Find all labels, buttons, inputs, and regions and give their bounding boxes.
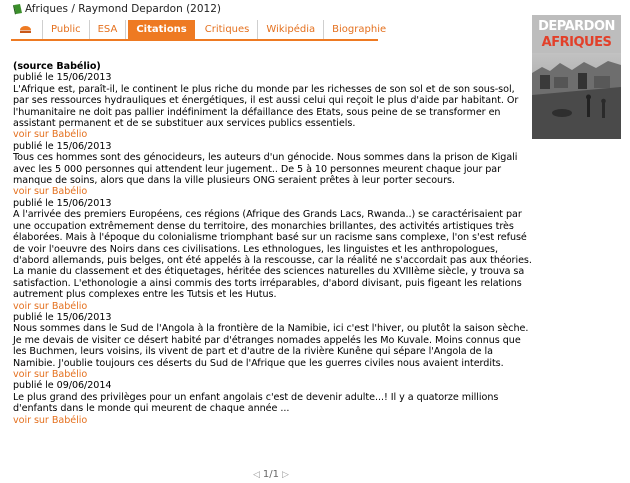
- tab-wikipedia[interactable]: Wikipédia: [258, 20, 325, 39]
- tab-public[interactable]: Public: [43, 20, 90, 39]
- quote-text: A l'arrivée des premiers Européens, ces …: [13, 209, 532, 301]
- title-bar: Afriques / Raymond Depardon (2012): [13, 2, 221, 16]
- book-cover-image: DEPARDON AFRIQUES: [532, 15, 621, 139]
- tab-citations[interactable]: Citations: [128, 20, 195, 39]
- quote-item: publié le 15/06/2013 Nous sommes dans le…: [13, 312, 533, 380]
- quote-date: publié le 15/06/2013: [13, 140, 112, 152]
- tab-wikipedia-label: Wikipédia: [266, 24, 316, 35]
- triangle-right-icon[interactable]: ▷: [282, 470, 289, 480]
- quote-text: L'Afrique est, paraît-il, le continent l…: [13, 83, 519, 130]
- cover-title-bottom: AFRIQUES: [542, 35, 612, 50]
- pagination: ◁ 1/1 ▷: [253, 469, 289, 480]
- babelio-link[interactable]: voir sur Babélio: [13, 186, 87, 197]
- quote-text: Nous sommes dans le Sud de l'Angola à la…: [13, 323, 529, 369]
- book-cover[interactable]: DEPARDON AFRIQUES: [532, 15, 621, 139]
- quote-text: Le plus grand des privilèges pour un enf…: [13, 391, 499, 415]
- source-label: (source Babélio): [13, 61, 101, 72]
- babelio-link[interactable]: voir sur Babélio: [13, 301, 87, 312]
- tab-biographie[interactable]: Biographie: [324, 20, 394, 39]
- home-icon: [20, 26, 31, 33]
- tab-esa-label: ESA: [97, 24, 118, 35]
- tab-home[interactable]: [11, 20, 43, 39]
- quote-date: publié le 15/06/2013: [13, 72, 112, 84]
- page-indicator: 1/1: [262, 469, 280, 480]
- quote-date: publié le 15/06/2013: [13, 311, 112, 323]
- page-title: Afriques / Raymond Depardon (2012): [25, 3, 221, 15]
- quote-date: publié le 15/06/2013: [13, 197, 112, 209]
- quote-item: publié le 15/06/2013 A l'arrivée des pre…: [13, 198, 533, 312]
- quote-date: publié le 09/06/2014: [13, 380, 112, 392]
- babelio-link[interactable]: voir sur Babélio: [13, 129, 87, 140]
- tab-esa[interactable]: ESA: [90, 20, 127, 39]
- tab-critiques-label: Critiques: [204, 24, 250, 35]
- quote-item: publié le 15/06/2013 L'Afrique est, para…: [13, 72, 533, 140]
- quote-text: Tous ces hommes sont des génocideurs, le…: [13, 152, 518, 187]
- babelio-link[interactable]: voir sur Babélio: [13, 369, 87, 380]
- tab-public-label: Public: [51, 24, 81, 35]
- tab-citations-label: Citations: [136, 24, 187, 35]
- tab-biographie-label: Biographie: [332, 24, 387, 35]
- babelio-link[interactable]: voir sur Babélio: [13, 415, 87, 426]
- quote-item: publié le 15/06/2013 Tous ces hommes son…: [13, 141, 533, 198]
- green-book-icon: [13, 3, 22, 14]
- cover-title-top: DEPARDON: [538, 19, 615, 34]
- tab-bar: Public ESA Citations Critiques Wikipédia…: [11, 20, 386, 41]
- quotes-list: (source Babélio) publié le 15/06/2013 L'…: [13, 61, 533, 426]
- tab-critiques[interactable]: Critiques: [197, 20, 259, 39]
- triangle-left-icon[interactable]: ◁: [253, 470, 260, 480]
- quote-item: publié le 09/06/2014 Le plus grand des p…: [13, 380, 533, 426]
